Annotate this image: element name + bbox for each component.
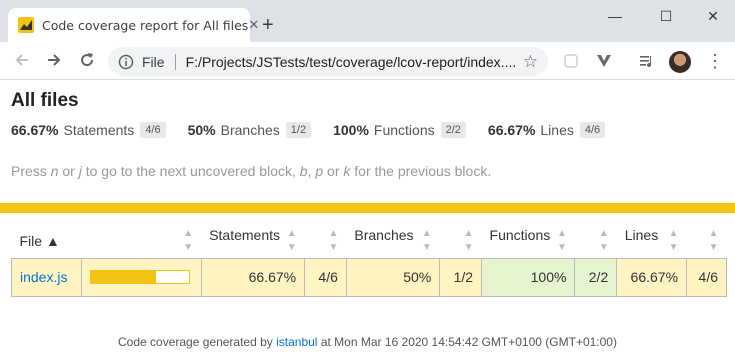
file-cell: index.js	[11, 257, 82, 297]
browser-tab[interactable]: Code coverage report for All files ✕	[8, 8, 259, 42]
browser-toolbar: File F:/Projects/JSTests/test/coverage/l…	[0, 42, 735, 80]
sort-icon: ▲ ▼	[463, 227, 474, 253]
reload-icon[interactable]	[77, 51, 97, 71]
statements-label: Statements	[63, 122, 135, 138]
coverage-bar-fill	[90, 271, 157, 283]
functions-label: Functions	[373, 122, 435, 138]
branches-label: Branches	[220, 122, 280, 138]
header-lines[interactable]: Lines ▲ ▼	[616, 224, 687, 259]
sort-icon: ▲ ▼	[668, 227, 679, 253]
close-window-button[interactable]: ✕	[703, 6, 723, 26]
coverage-table: File ▲ ▲ ▼ Statements ▲ ▼ ▲ ▼ Branches ▲ ▼ ▲…	[11, 224, 727, 297]
sort-icon: ▲ ▼	[708, 227, 719, 253]
lines-label: Lines	[540, 122, 574, 138]
more-menu-icon[interactable]: ⋮	[706, 51, 724, 71]
sort-icon: ▲ ▼	[598, 227, 609, 253]
page-title: All files	[11, 90, 79, 111]
tab-strip: Code coverage report for All files ✕ + —…	[0, 0, 735, 42]
header-statements-raw[interactable]: ▲ ▼	[304, 224, 347, 259]
header-lines-raw[interactable]: ▲ ▼	[686, 224, 727, 259]
summary-functions: 100% Functions 2/2	[333, 122, 466, 138]
functions-fraction: 2/2	[440, 122, 466, 138]
statements-pct: 66.67%	[11, 122, 59, 138]
profile-avatar[interactable]	[669, 51, 691, 73]
extension-v-icon[interactable]	[596, 53, 612, 69]
sort-icon: ▲ ▼	[421, 227, 432, 253]
header-functions[interactable]: Functions ▲ ▼	[481, 224, 575, 259]
header-branches-raw[interactable]: ▲ ▼	[439, 224, 482, 259]
tab-close-icon[interactable]: ✕	[248, 17, 259, 33]
functions-pct-cell: 100%	[481, 257, 576, 297]
coverage-summary: 66.67% Statements 4/6 50% Branches 1/2 1…	[11, 122, 627, 138]
sort-icon: ▲ ▼	[557, 227, 567, 253]
coverage-bar-cell	[80, 257, 202, 297]
coverage-bar	[89, 270, 190, 284]
report-page: All files 66.67% Statements 4/6 50% Bran…	[0, 81, 735, 364]
branches-fraction: 1/2	[285, 122, 312, 138]
branches-frac-cell: 1/2	[439, 257, 483, 297]
url-text[interactable]: F:/Projects/JSTests/test/coverage/lcov-r…	[186, 54, 523, 70]
statements-pct-cell: 66.67%	[200, 257, 306, 297]
branches-pct-cell: 50%	[345, 257, 441, 297]
statements-fraction: 4/6	[140, 122, 166, 138]
file-link[interactable]: index.js	[20, 269, 67, 285]
keyboard-hint: Press n or j to go to the next uncovered…	[11, 163, 492, 179]
table-row: index.js 66.67% 4/6 50% 1/2 100% 2/2 66.…	[11, 257, 727, 297]
sort-icon: ▲ ▼	[183, 227, 194, 253]
header-functions-raw[interactable]: ▲ ▼	[574, 224, 617, 259]
forward-arrow-icon[interactable]	[44, 51, 64, 71]
istanbul-link[interactable]: istanbul	[276, 335, 317, 349]
back-arrow-icon[interactable]	[12, 51, 32, 71]
summary-statements: 66.67% Statements 4/6	[11, 122, 166, 138]
coverage-favicon-icon	[18, 17, 34, 33]
info-icon[interactable]	[118, 54, 134, 70]
minimize-window-button[interactable]: —	[605, 6, 625, 26]
new-tab-button[interactable]: +	[262, 14, 274, 36]
header-statements[interactable]: Statements ▲ ▼	[201, 224, 305, 259]
bookmark-star-icon[interactable]: ☆	[523, 52, 538, 72]
lines-pct: 66.67%	[487, 122, 536, 138]
summary-lines: 66.67% Lines 4/6	[487, 122, 606, 138]
branches-pct: 50%	[187, 122, 216, 138]
functions-pct: 100%	[333, 122, 369, 138]
lines-frac-cell: 4/6	[686, 257, 727, 297]
maximize-window-button[interactable]: ☐	[656, 6, 676, 26]
lines-pct-cell: 66.67%	[616, 257, 688, 297]
header-file-bar[interactable]: ▲ ▼	[81, 224, 202, 259]
scheme-label: File	[142, 53, 165, 70]
extension-puzzle-icon[interactable]	[563, 53, 579, 69]
functions-frac-cell: 2/2	[574, 257, 618, 297]
media-queue-icon[interactable]	[639, 53, 655, 69]
coverage-status-line	[0, 203, 735, 213]
lines-fraction: 4/6	[579, 122, 606, 138]
tab-title: Code coverage report for All files	[42, 17, 249, 33]
sort-icon: ▲ ▼	[286, 227, 297, 253]
header-file[interactable]: File ▲	[11, 224, 82, 259]
summary-branches: 50% Branches 1/2	[187, 122, 312, 138]
table-header-row: File ▲ ▲ ▼ Statements ▲ ▼ ▲ ▼ Branches ▲ ▼ ▲…	[11, 224, 727, 259]
omnibox-divider	[174, 53, 176, 70]
header-branches[interactable]: Branches ▲ ▼	[346, 224, 440, 259]
statements-frac-cell: 4/6	[304, 257, 347, 297]
report-footer: Code coverage generated by istanbul at M…	[118, 335, 617, 349]
address-bar[interactable]: File F:/Projects/JSTests/test/coverage/l…	[108, 47, 548, 76]
sort-icon: ▲ ▼	[328, 227, 339, 253]
